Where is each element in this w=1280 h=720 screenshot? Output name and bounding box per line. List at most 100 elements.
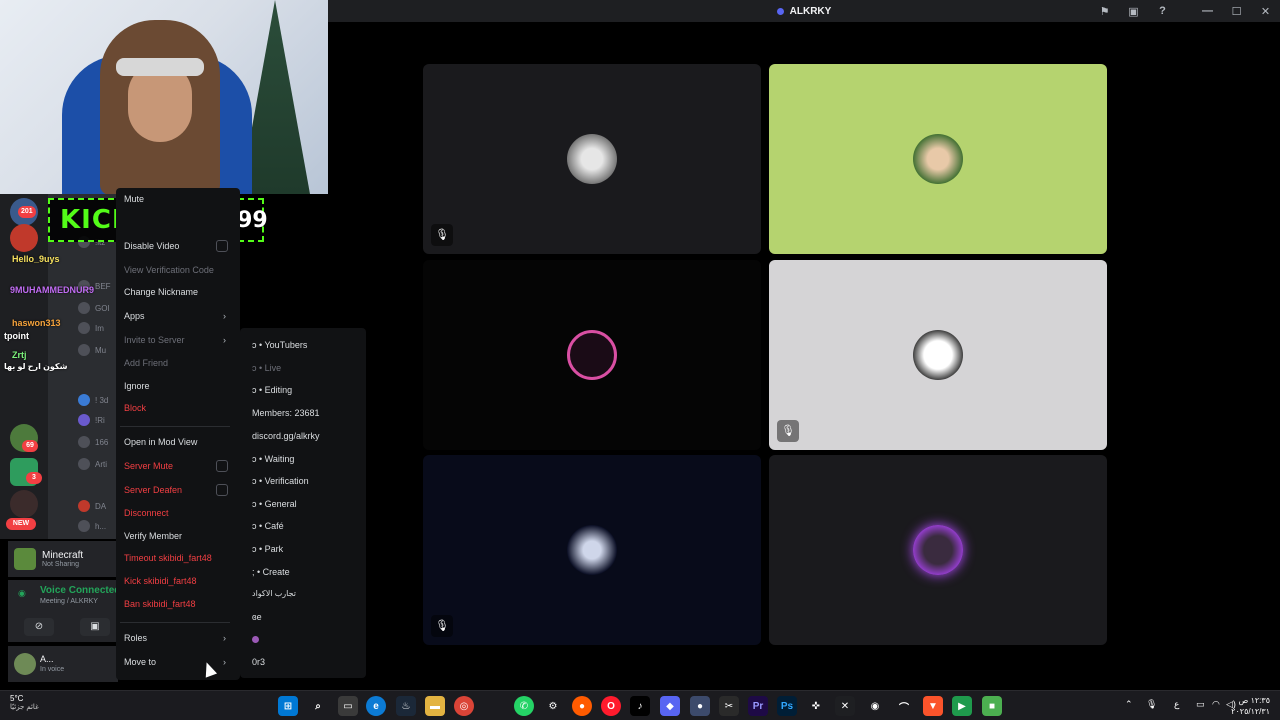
list-item[interactable]: GOI xyxy=(78,302,110,314)
maximize-icon[interactable]: ☐ xyxy=(1222,0,1251,22)
photoshop-icon[interactable]: Ps xyxy=(777,696,797,716)
avatar[interactable] xyxy=(14,653,36,675)
language-indicator[interactable]: ع xyxy=(1174,699,1179,710)
help-icon[interactable]: ? xyxy=(1148,0,1177,22)
minimize-icon[interactable]: — xyxy=(1193,0,1222,22)
channel-option[interactable]: ↄ • Editing xyxy=(252,385,292,395)
checkbox-icon[interactable] xyxy=(216,484,228,496)
voice-connection-panel: ◉ Voice Connected Meeting / ALKRKY ⊘ ▣ xyxy=(8,580,120,642)
list-item[interactable]: Arti xyxy=(78,458,107,470)
start-icon[interactable]: ⊞ xyxy=(278,696,298,716)
voice-status[interactable]: Voice Connected xyxy=(40,585,120,596)
activity-panel[interactable]: Minecraft Not Sharing xyxy=(8,541,118,577)
list-item[interactable]: h... xyxy=(78,520,106,532)
apps-menu-item[interactable]: Apps › xyxy=(124,311,240,321)
close-icon[interactable]: ✕ xyxy=(1251,0,1280,22)
list-item[interactable]: 166 xyxy=(78,436,108,448)
channel-option[interactable]: ↄ • Café xyxy=(252,521,284,531)
capcut-icon[interactable]: ✂ xyxy=(719,696,739,716)
verify-member-menu-item[interactable]: Verify Member xyxy=(124,531,240,541)
voice-channel[interactable]: Meeting / ALKRKY xyxy=(40,598,98,605)
channel-option[interactable]: تجارب الاكواد xyxy=(252,589,296,598)
video-tile[interactable]: 🎙︎ xyxy=(769,260,1107,450)
channel-option[interactable]: ↄ • General xyxy=(252,499,297,509)
brave-icon[interactable]: ▼ xyxy=(923,696,943,716)
firefox-icon[interactable]: ● xyxy=(572,696,592,716)
weather-widget[interactable]: 5°C غائم جزئيًا xyxy=(10,694,39,711)
search-icon[interactable]: ⌕ xyxy=(308,696,328,716)
chrome-icon[interactable]: ◎ xyxy=(454,696,474,716)
view-verification-code-menu-item[interactable]: View Verification Code xyxy=(124,265,240,275)
app-icon[interactable]: ● xyxy=(690,696,710,716)
disconnect-menu-item[interactable]: Disconnect xyxy=(124,508,240,518)
file-explorer-icon[interactable]: ▬ xyxy=(425,696,445,716)
video-tile[interactable] xyxy=(769,64,1107,254)
server-icon[interactable] xyxy=(10,224,38,252)
server-deafen-menu-item[interactable]: Server Deafen xyxy=(124,484,240,496)
roles-menu-item[interactable]: Roles › xyxy=(124,633,240,643)
add-friend-menu-item[interactable]: Add Friend xyxy=(124,358,240,368)
video-tile[interactable]: 🎙︎ xyxy=(423,455,761,645)
display-icon[interactable]: ▭ xyxy=(1196,699,1205,710)
checkbox-icon[interactable] xyxy=(216,460,228,472)
block-menu-item[interactable]: Block xyxy=(124,403,240,413)
controller-icon[interactable]: ✜ xyxy=(806,696,826,716)
mic-icon[interactable]: 🎙︎ xyxy=(1146,699,1157,710)
channel-option[interactable]: ↄ • Verification xyxy=(252,476,309,486)
game-icon[interactable]: ▶ xyxy=(952,696,972,716)
checkbox-icon[interactable] xyxy=(216,240,228,252)
channel-option[interactable]: ɞe xyxy=(252,612,262,622)
disable-video-menu-item[interactable]: Disable Video xyxy=(124,240,240,252)
wifi-icon[interactable]: ◠ xyxy=(1212,699,1220,710)
channel-option[interactable]: ; • Create xyxy=(252,567,290,577)
server-icon[interactable] xyxy=(10,490,38,518)
mute-menu-item[interactable]: Mute xyxy=(124,194,240,204)
ban-menu-item[interactable]: Ban skibidi_fart48 xyxy=(124,599,240,609)
opera-icon[interactable]: O xyxy=(601,696,621,716)
clock[interactable]: ١٢:٣٥ ص ٢٠٢٥/١٢/٣١ xyxy=(1231,695,1270,717)
video-tile[interactable]: 🎙︎ xyxy=(423,64,761,254)
channel-option[interactable]: ↄ • Park xyxy=(252,544,283,554)
invite-to-server-menu-item[interactable]: Invite to Server › xyxy=(124,335,240,345)
timeout-menu-item[interactable]: Timeout skibidi_fart48 xyxy=(124,553,240,563)
edge-icon[interactable]: e xyxy=(366,696,386,716)
video-tile[interactable] xyxy=(423,260,761,450)
channel-option[interactable]: 0r3 xyxy=(252,657,265,667)
open-in-mod-view-menu-item[interactable]: Open in Mod View xyxy=(124,437,240,447)
move-to-menu-item[interactable]: Move to › xyxy=(124,657,240,667)
obs-icon[interactable]: ◉ xyxy=(865,696,885,716)
list-item[interactable]: Im xyxy=(78,322,104,334)
ignore-menu-item[interactable]: Ignore xyxy=(124,381,240,391)
list-item[interactable]: DA xyxy=(78,500,106,512)
kick-menu-item[interactable]: Kick skibidi_fart48 xyxy=(124,576,240,586)
video-off-button[interactable]: ⊘ xyxy=(24,618,54,636)
channel-option[interactable]: Members: 23681 xyxy=(252,408,320,418)
change-nickname-menu-item[interactable]: Change Nickname xyxy=(124,287,240,297)
steam-icon[interactable]: ♨ xyxy=(396,696,416,716)
arc-icon[interactable]: ⌒ xyxy=(894,696,914,716)
premiere-icon[interactable]: Pr xyxy=(748,696,768,716)
channel-option[interactable]: ↄ • YouTubers xyxy=(252,340,307,350)
screen-share-icon[interactable]: ▣ xyxy=(1119,0,1148,22)
minecraft-icon[interactable]: ■ xyxy=(982,696,1002,716)
channel-option[interactable]: discord.gg/alkrky xyxy=(252,431,320,441)
server-mute-menu-item[interactable]: Server Mute xyxy=(124,460,240,472)
list-item[interactable]: !Ri xyxy=(78,414,105,426)
settings-icon[interactable]: ⚙ xyxy=(543,696,563,716)
window-title: ALKRKY xyxy=(789,5,832,17)
chevron-up-icon[interactable]: ⌃ xyxy=(1125,699,1133,710)
username[interactable]: A... xyxy=(40,654,54,664)
inbox-icon[interactable]: ⚑ xyxy=(1090,0,1119,22)
screen-share-button[interactable]: ▣ xyxy=(80,618,110,636)
task-view-icon[interactable]: ▭ xyxy=(338,696,358,716)
list-item[interactable]: Mu xyxy=(78,344,106,356)
tiktok-icon[interactable]: ♪ xyxy=(630,696,650,716)
capcut-alt-icon[interactable]: ✕ xyxy=(835,696,855,716)
list-item[interactable]: ! 3d xyxy=(78,394,108,406)
whatsapp-icon[interactable]: ✆ xyxy=(514,696,534,716)
channel-option[interactable]: ↄ • Live xyxy=(252,363,281,373)
channel-option[interactable] xyxy=(252,635,259,645)
video-tile[interactable] xyxy=(769,455,1107,645)
discord-icon[interactable]: ◆ xyxy=(660,696,680,716)
channel-option[interactable]: ↄ • Waiting xyxy=(252,454,294,464)
